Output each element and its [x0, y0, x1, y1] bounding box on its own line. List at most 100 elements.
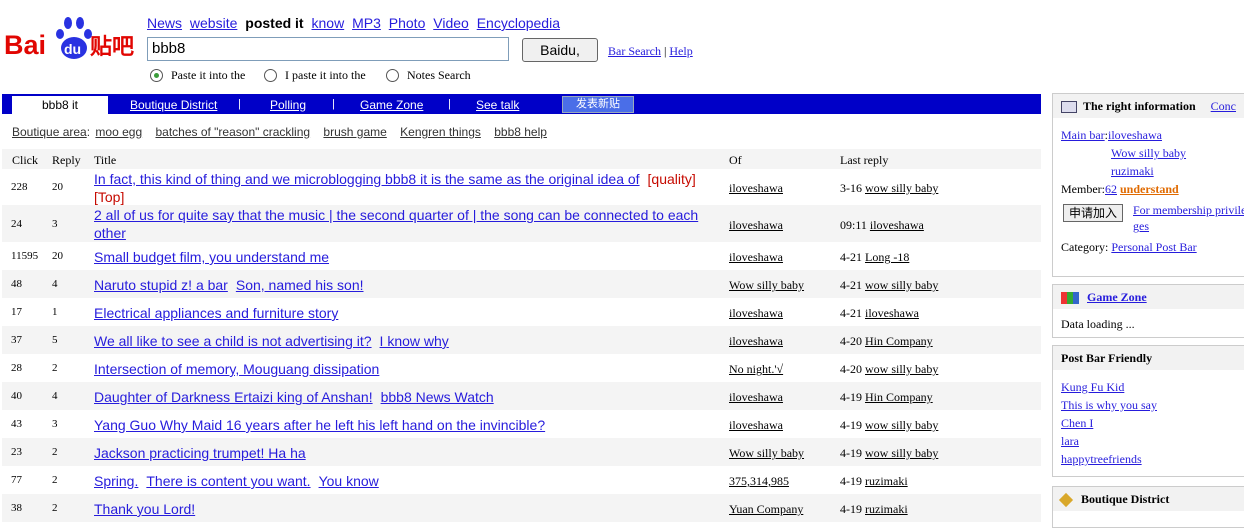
tab-bbb8-it[interactable]: bbb8 it — [12, 96, 108, 115]
thread-link[interactable]: Spring. — [94, 473, 138, 489]
understand-link[interactable]: understand — [1120, 182, 1179, 196]
tab-polling[interactable]: Polling — [270, 98, 306, 112]
boutique-area-link[interactable]: Boutique area — [12, 125, 87, 139]
privilege-link[interactable]: For membership privileges — [1133, 202, 1244, 234]
last-reply-user[interactable]: iloveshawa — [865, 306, 919, 320]
search-scope-radios: Paste it into the I paste it into the No… — [150, 67, 471, 83]
thread-link[interactable]: Intersection of memory, Mouguang dissipa… — [94, 361, 379, 377]
main-bar-label[interactable]: Main bar — [1061, 128, 1105, 142]
nav-website[interactable]: website — [190, 15, 237, 31]
tab-see-talk[interactable]: See talk — [476, 98, 519, 112]
thread-link[interactable]: We all like to see a child is not advert… — [94, 333, 372, 349]
manager-link[interactable]: Wow silly baby — [1111, 146, 1186, 160]
friendly-bar-link[interactable]: Kung Fu Kid — [1061, 378, 1244, 396]
manager-link[interactable]: iloveshawa — [1108, 128, 1162, 142]
tab-game-zone[interactable]: Game Zone — [360, 98, 423, 112]
thread-link[interactable]: Naruto stupid z! a bar — [94, 277, 228, 293]
last-reply-user[interactable]: wow silly baby — [865, 446, 938, 460]
radio-notes-search[interactable] — [386, 68, 399, 82]
last-reply-user[interactable]: Long -18 — [865, 250, 909, 264]
reply-count: 2 — [52, 502, 58, 514]
member-count[interactable]: 62 — [1105, 182, 1117, 196]
thread-link[interactable]: Electrical appliances and furniture stor… — [94, 305, 338, 321]
author-link[interactable]: iloveshawa — [729, 390, 783, 405]
manager-link[interactable]: ruzimaki — [1111, 164, 1154, 178]
friendly-bar-link[interactable]: happytreefriends — [1061, 450, 1244, 468]
thread-link[interactable]: In fact, this kind of thing and we micro… — [94, 171, 640, 187]
friendly-bar-link[interactable]: Chen I — [1061, 414, 1244, 432]
thread-link[interactable]: Daughter of Darkness Ertaizi king of Ans… — [94, 389, 373, 405]
last-reply-user[interactable]: wow silly baby — [865, 278, 938, 292]
author-link[interactable]: iloveshawa — [729, 418, 783, 433]
author-link[interactable]: iloveshawa — [729, 250, 783, 265]
baidu-tieba-logo[interactable]: Bai du 贴吧 — [2, 14, 140, 64]
help-link[interactable]: Help — [669, 44, 692, 58]
game-zone-link[interactable]: Game Zone — [1087, 290, 1147, 304]
col-of: Of — [729, 153, 742, 167]
last-reply-user[interactable]: ruzimaki — [865, 502, 908, 516]
author-link[interactable]: iloveshawa — [729, 181, 783, 196]
friendly-bar-link[interactable]: lara — [1061, 432, 1244, 450]
thread-link[interactable]: Thank you Lord! — [94, 501, 195, 517]
thread-title: We all like to see a child is not advert… — [94, 332, 719, 350]
author-link[interactable]: Wow silly baby — [729, 278, 804, 293]
thread-link[interactable]: Yang Guo Why Maid 16 years after he left… — [94, 417, 545, 433]
subnav-item[interactable]: moo egg — [95, 125, 142, 139]
search-input[interactable]: bbb8 — [147, 37, 509, 61]
info-title: The right information — [1083, 99, 1196, 113]
radio-paste-into[interactable] — [150, 68, 163, 82]
radio-i-paste-into[interactable] — [264, 68, 277, 82]
nav-mp3[interactable]: MP3 — [352, 15, 381, 31]
info-more-link[interactable]: Conc — [1211, 99, 1236, 113]
author-link[interactable]: Wow silly baby — [729, 446, 804, 461]
last-reply-user[interactable]: wow silly baby — [865, 362, 938, 376]
author-link[interactable]: Yuan Company — [729, 502, 803, 517]
author-link[interactable]: iloveshawa — [729, 306, 783, 321]
thread-link[interactable]: 2 all of us for quite say that the music… — [94, 207, 698, 241]
header-links: Bar Search | Help — [608, 44, 693, 59]
thread-link[interactable]: There is content you want. — [146, 473, 310, 489]
new-post-button[interactable]: 发表新贴 — [562, 96, 634, 113]
thread-link[interactable]: I know why — [380, 333, 449, 349]
last-reply: 4-21 wow silly baby — [840, 278, 938, 293]
last-reply-user[interactable]: Hin Company — [865, 390, 933, 404]
game-zone-panel: Game Zone Data loading ... — [1052, 284, 1244, 338]
tab-boutique-district[interactable]: Boutique District — [130, 98, 217, 112]
last-reply: 4-21 Long -18 — [840, 250, 909, 265]
subnav-item[interactable]: batches of "reason" crackling — [155, 125, 310, 139]
subnav-item[interactable]: brush game — [323, 125, 386, 139]
category-link[interactable]: Personal Post Bar — [1111, 240, 1196, 254]
bar-search-link[interactable]: Bar Search — [608, 44, 661, 58]
member-label: Member: — [1061, 182, 1105, 196]
subnav-item[interactable]: bbb8 help — [494, 125, 547, 139]
author-link[interactable]: No night.'√ — [729, 362, 783, 377]
thread-link[interactable]: Jackson practicing trumpet! Ha ha — [94, 445, 306, 461]
last-reply-user[interactable]: ruzimaki — [865, 474, 908, 488]
last-reply-user[interactable]: iloveshawa — [870, 218, 924, 232]
last-reply-user[interactable]: wow silly baby — [865, 418, 938, 432]
last-reply-user[interactable]: Hin Company — [865, 334, 933, 348]
table-row: 48 4 Naruto stupid z! a bar Son, named his … — [2, 270, 1041, 298]
click-count: 228 — [11, 181, 28, 193]
nav-news[interactable]: News — [147, 15, 182, 31]
thread-link[interactable]: Small budget film, you understand me — [94, 249, 329, 265]
last-reply-time: 4-19 — [840, 502, 862, 516]
subnav-item[interactable]: Kengren things — [400, 125, 481, 139]
friendly-bar-link[interactable]: This is why you say — [1061, 396, 1244, 414]
thread-link[interactable]: bbb8 News Watch — [381, 389, 494, 405]
thread-link[interactable]: You know — [319, 473, 379, 489]
search-button[interactable]: Baidu, — [522, 38, 598, 62]
last-reply-user[interactable]: wow silly baby — [865, 181, 938, 195]
nav-encyclopedia[interactable]: Encyclopedia — [477, 15, 560, 31]
apply-join-button[interactable]: 申请加入 — [1063, 204, 1124, 222]
author-link[interactable]: iloveshawa — [729, 218, 783, 233]
nav-know[interactable]: know — [312, 15, 345, 31]
nav-photo[interactable]: Photo — [389, 15, 426, 31]
nav-video[interactable]: Video — [433, 15, 469, 31]
thread-link[interactable]: Son, named his son! — [236, 277, 364, 293]
author-link[interactable]: iloveshawa — [729, 334, 783, 349]
boutique-title: Boutique District — [1081, 492, 1170, 506]
author-link[interactable]: 375,314,985 — [729, 474, 789, 489]
last-reply-time: 4-21 — [840, 306, 862, 320]
last-reply-time: 3-16 — [840, 181, 862, 195]
